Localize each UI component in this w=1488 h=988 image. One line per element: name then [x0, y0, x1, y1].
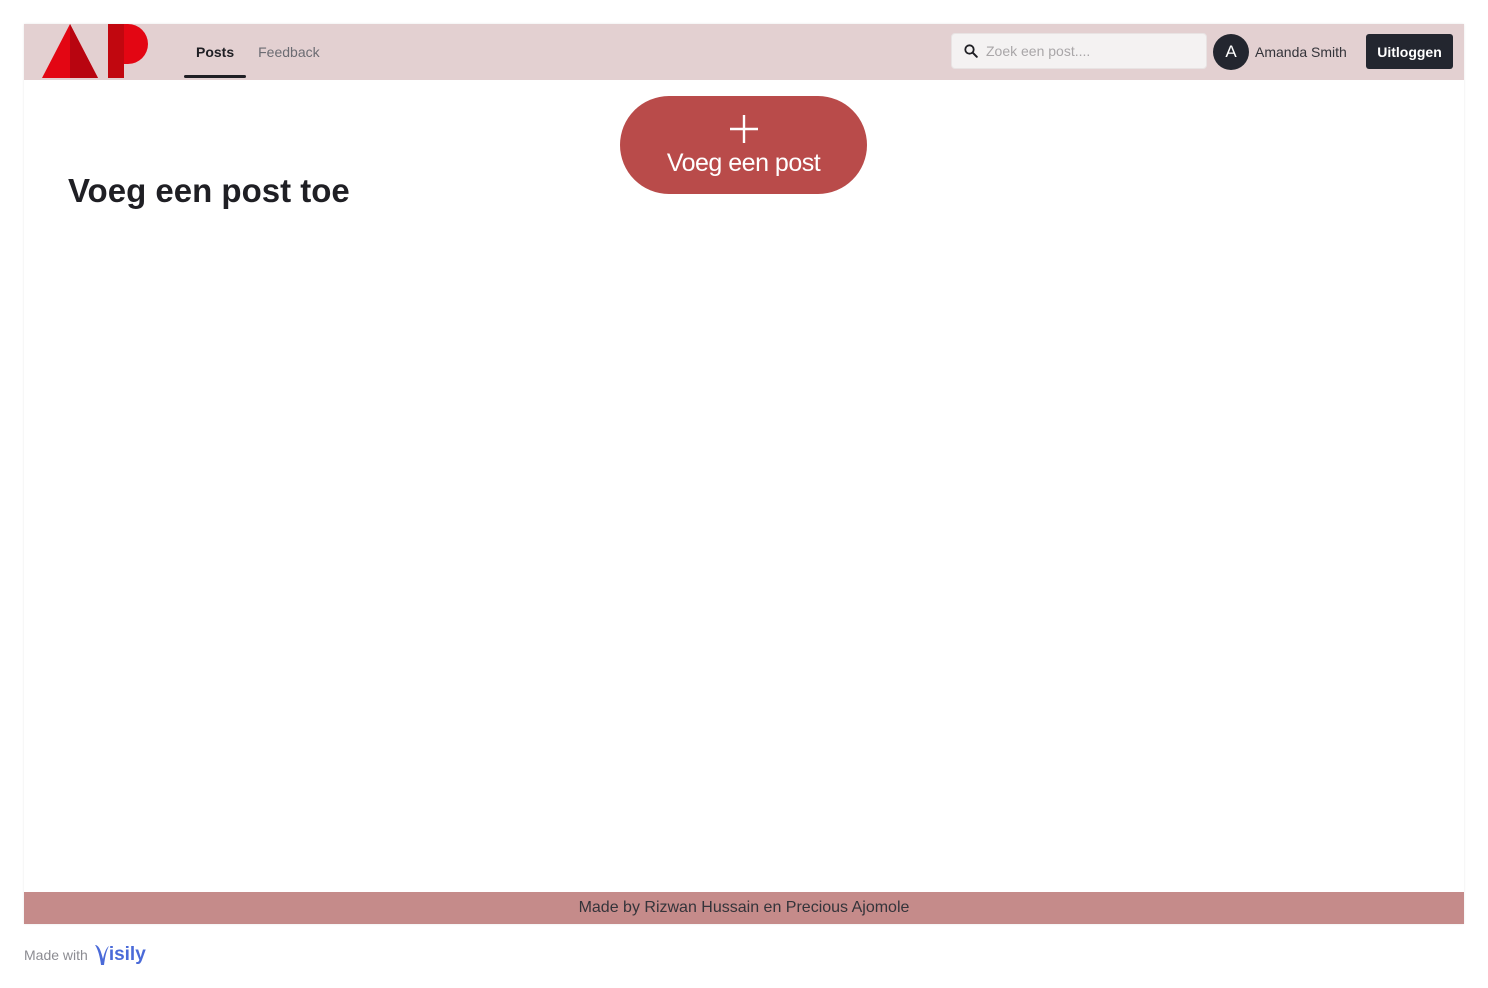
visily-logo: isily [94, 943, 146, 967]
logout-button[interactable]: Uitloggen [1366, 34, 1453, 69]
tab-feedback[interactable]: Feedback [246, 24, 331, 80]
visily-brand: isily [108, 944, 146, 965]
add-post-label: Voeg een post [666, 148, 821, 177]
app-window: Posts Feedback A Amanda Smith Uitloggen [24, 24, 1464, 924]
footer-credits: Made by Rizwan Hussain en Precious Ajomo… [578, 899, 910, 916]
footer: Made by Rizwan Hussain en Precious Ajomo… [24, 892, 1464, 924]
ap-logo[interactable] [42, 24, 150, 78]
plus-icon [729, 114, 758, 143]
search-icon [964, 44, 978, 58]
main-nav: Posts Feedback [184, 24, 332, 80]
made-with-label: Made with [24, 947, 88, 963]
tab-feedback-label: Feedback [258, 44, 320, 60]
made-with-badge[interactable]: Made with isily [24, 940, 146, 970]
tab-posts-label: Posts [196, 44, 235, 60]
user-name[interactable]: Amanda Smith [1255, 24, 1347, 80]
search-input[interactable] [986, 43, 1196, 59]
tab-posts[interactable]: Posts [184, 24, 247, 80]
page-title: Voeg een post toe [68, 172, 350, 209]
avatar-initial: A [1225, 42, 1237, 61]
avatar[interactable]: A [1213, 34, 1249, 70]
add-post-button[interactable]: Voeg een post [620, 96, 867, 194]
search-box[interactable] [951, 33, 1207, 69]
top-header: Posts Feedback A Amanda Smith Uitloggen [24, 24, 1464, 80]
visily-v-icon [94, 945, 109, 965]
